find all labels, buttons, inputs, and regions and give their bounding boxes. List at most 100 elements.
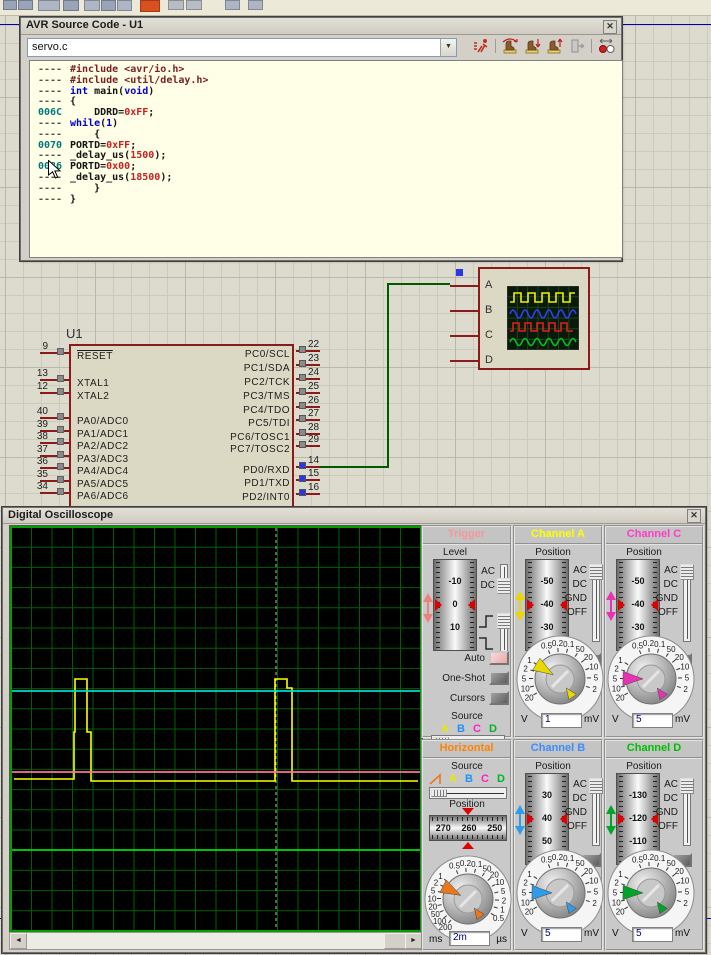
switch-handle[interactable] [497,578,511,594]
toolbar-icon[interactable] [38,0,60,11]
pin-number: 23 [308,353,334,363]
close-icon[interactable]: ✕ [687,509,701,523]
switch-handle[interactable] [680,564,694,580]
toolbar-icon[interactable] [248,0,263,10]
per-div-value-box[interactable]: 5 [541,927,582,942]
svg-text:20: 20 [616,694,625,703]
position-adjust-arrows[interactable] [606,591,616,621]
svg-text:2: 2 [614,878,619,887]
auto-button[interactable] [489,651,509,665]
pin-name: B [485,304,499,316]
pin-name: PC0/SCL [178,349,290,360]
switch-handle[interactable] [589,564,603,580]
code-line: ----_delay_us(18500); [38,173,622,184]
pin-name: PA5/ADC5 [77,479,187,490]
svg-text:0.5: 0.5 [541,856,553,865]
stop-icon[interactable] [140,0,160,12]
position-adjust-arrows[interactable] [515,591,525,621]
arrow-up-icon [606,591,616,600]
toolbar-icon[interactable] [18,0,33,10]
pin-state-indicator [299,489,306,496]
svg-text:mV: mV [675,714,690,725]
chevron-down-icon[interactable]: ▼ [440,39,456,56]
pin-stub [450,360,478,362]
toolbar-icon[interactable] [168,0,184,10]
pin-state-indicator [299,441,306,448]
per-div-value-box[interactable]: 5 [632,927,673,942]
channel-a-panel: Channel APosition-50-40-30ACDCGNDOFFInve… [513,525,603,738]
code-line: ---- } [38,184,622,195]
switch-handle[interactable] [589,778,603,794]
horizontal-position-gauge[interactable]: 270260250 [429,815,507,841]
toolbar-icon[interactable] [117,0,132,11]
position-adjust-arrows[interactable] [423,593,433,623]
display-h-scrollbar[interactable]: ◄ ► [9,932,423,950]
slider-handle[interactable] [431,789,447,797]
gauge-value: -30 [526,622,568,632]
step-over-icon[interactable] [501,37,519,55]
per-div-value-box[interactable]: 5 [632,713,673,728]
switch-handle[interactable] [680,778,694,794]
svg-text:5: 5 [685,888,690,897]
switch-handle[interactable] [497,613,511,629]
cursors-button[interactable] [489,691,509,705]
source-file-selector[interactable]: servo.c ▼ [27,38,457,57]
per-div-value-box[interactable]: 2m [449,931,490,946]
panel-label: GND [561,593,587,604]
toolbar-icon[interactable] [63,0,79,11]
run-icon[interactable] [473,37,491,55]
step-out-icon[interactable] [545,37,563,55]
position-adjust-arrows[interactable] [515,805,525,835]
svg-text:0.5: 0.5 [493,914,505,923]
scroll-right-icon[interactable]: ► [405,933,422,949]
pin-state-indicator [57,476,64,483]
rotary-knob[interactable]: 0.50.20.1125102050201052VmV [514,847,606,939]
toolbar-icon[interactable] [101,0,116,11]
toggle-breakpoint-icon[interactable] [597,37,615,55]
svg-text:0.2: 0.2 [643,639,655,648]
avr-source-window: AVR Source Code - U1 ✕ servo.c ▼ ----#in… [20,17,622,261]
svg-text:0.2: 0.2 [552,639,564,648]
pin-stub [450,285,478,287]
panel-label: AC [561,565,587,576]
one-shot-button[interactable] [489,671,509,685]
position-adjust-arrows[interactable] [606,805,616,835]
close-icon[interactable]: ✕ [603,20,617,34]
toolbar-icon[interactable] [84,0,100,11]
code-token: 1500 [130,150,154,161]
pin-number: 38 [22,431,48,441]
scope-window-titlebar[interactable]: Digital Oscilloscope ✕ [3,508,705,524]
code-address: ---- [38,184,70,195]
pin-number: 22 [308,339,334,349]
toolbar-icon[interactable] [186,0,202,10]
horizontal-source-slider[interactable] [429,787,507,799]
code-line: ----int main(void) [38,87,622,98]
gauge-pointer-down [462,808,474,815]
step-into-icon[interactable] [523,37,541,55]
rotary-knob[interactable]: 0.50.20.1125102050201052VmV [605,633,697,725]
pin-state-indicator [299,402,306,409]
code-token: 0xFF [124,107,148,118]
run-to-cursor-icon[interactable] [569,37,587,55]
pin-name: XTAL1 [77,378,187,389]
per-div-value-box[interactable]: 1 [541,713,582,728]
ramp-source-icon [429,773,445,786]
toolbar-icon[interactable] [3,0,17,10]
pin-number: 24 [308,367,334,377]
pin-number: 40 [22,406,48,416]
panel-label: Level [427,547,483,558]
panel-label: OFF [561,821,587,832]
source-code-area[interactable]: ----#include <avr/io.h>----#include <uti… [29,60,623,258]
panel-label: Source [437,711,497,722]
avr-window-titlebar[interactable]: AVR Source Code - U1 ✕ [21,18,621,35]
avr-window-title: AVR Source Code - U1 [26,19,143,31]
arrow-down-icon [606,612,616,621]
pin-name: PC6/TOSC1 [178,432,290,443]
toolbar-icon[interactable] [225,0,240,10]
rotary-knob[interactable]: 0.50.20.1125102050201052VmV [605,847,697,939]
scroll-left-icon[interactable]: ◄ [10,933,27,949]
rotary-knob[interactable]: 0.50.20.1125102050201052VmV [514,633,606,725]
panel-label: Cursors [423,693,485,704]
pin-name: PC5/TDI [178,418,290,429]
pin-name: PC4/TDO [178,405,290,416]
